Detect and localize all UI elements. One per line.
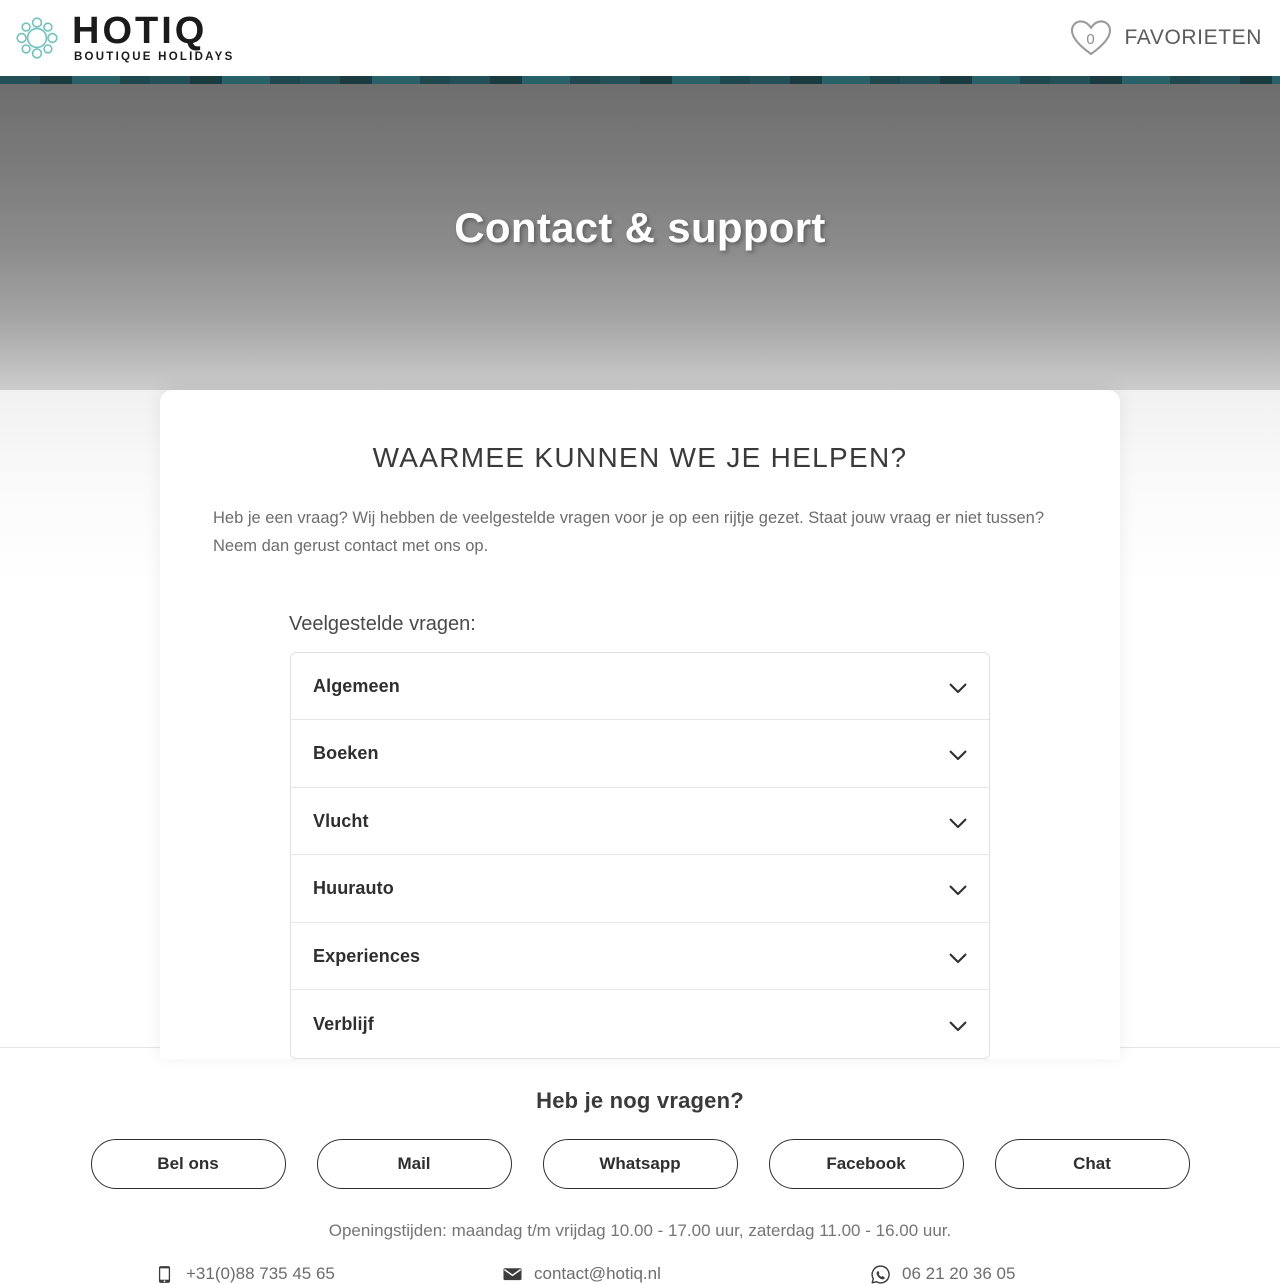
favorites-label: FAVORIETEN [1124,26,1262,49]
call-us-button[interactable]: Bel ons [90,1139,286,1189]
chat-button[interactable]: Chat [994,1139,1190,1189]
whatsapp-button[interactable]: Whatsapp [542,1139,738,1189]
faq-item-huurauto[interactable]: Huurauto [291,855,989,923]
chevron-down-icon[interactable] [949,883,967,896]
content-card: WAARMEE KUNNEN WE JE HELPEN? Heb je een … [160,390,1120,1059]
chevron-down-icon[interactable] [949,681,967,693]
page-title: Contact & support [454,204,826,251]
faq-section-label: Veelgestelde vragen: [289,612,476,635]
faq-item-algemeen[interactable]: Algemeen [291,652,989,721]
faq-item-label: Huurauto [313,878,394,898]
ornamental-circle-logo-icon [14,15,60,61]
contact-whatsapp-value: 06 21 20 36 05 [902,1264,1016,1283]
faq-item-label: Experiences [313,945,421,966]
contact-whatsapp[interactable]: 06 21 20 36 05 [805,1264,1135,1284]
heart-outline-icon: 0 [1069,18,1113,58]
faq-item-experiences[interactable]: Experiences [291,922,989,991]
contact-phone[interactable]: +31(0)88 735 45 65 [145,1264,475,1284]
facebook-button[interactable]: Facebook [768,1139,964,1189]
contact-details-row: +31(0)88 735 45 65 contact@hotiq.nl 06 2… [0,1264,1280,1284]
contact-footer: Heb je nog vragen? Bel ons Mail Whatsapp… [0,1048,1280,1284]
faq-item-verblijf[interactable]: Verblijf [291,990,989,1058]
brand-tagline: BOUTIQUE HOLIDAYS [74,51,235,64]
footer-heading: Heb je nog vragen? [536,1088,744,1113]
contact-email-value: contact@hotiq.nl [534,1264,661,1283]
faq-item-label: Boeken [313,743,379,763]
favorites-button[interactable]: 0 FAVORIETEN [1069,18,1262,58]
faq-item-label: Algemeen [313,675,400,696]
envelope-icon [503,1264,522,1284]
brand-logo[interactable]: HOTIQ BOUTIQUE HOLIDAYS [14,9,235,64]
opening-hours-text: Openingstijden: maandag t/m vrijdag 10.0… [328,1221,952,1240]
faq-accordion: Algemeen Boeken Vlucht Huurauto Experien… [290,651,990,1059]
mobile-phone-icon [155,1264,174,1284]
chevron-down-icon[interactable] [949,1019,967,1031]
card-heading: WAARMEE KUNNEN WE JE HELPEN? [372,442,908,473]
faq-item-label: Verblijf [313,1013,374,1034]
chevron-down-icon[interactable] [949,951,967,963]
faq-item-label: Vlucht [313,810,369,831]
chevron-down-icon[interactable] [949,816,967,828]
whatsapp-icon [871,1264,890,1284]
mail-button[interactable]: Mail [316,1139,512,1189]
favorites-count: 0 [1086,30,1095,48]
card-intro-text: Heb je een vraag? Wij hebben de veelgest… [213,509,1045,556]
contact-button-row: Bel ons Mail Whatsapp Facebook Chat [0,1139,1280,1189]
faq-item-vlucht[interactable]: Vlucht [291,787,989,856]
faq-item-boeken[interactable]: Boeken [291,720,989,788]
contact-phone-value: +31(0)88 735 45 65 [186,1264,335,1283]
chevron-down-icon[interactable] [949,748,967,761]
site-header: HOTIQ BOUTIQUE HOLIDAYS 0 FAVORIETEN [0,0,1280,76]
contact-email[interactable]: contact@hotiq.nl [475,1264,805,1284]
brand-name: HOTIQ [72,9,208,52]
